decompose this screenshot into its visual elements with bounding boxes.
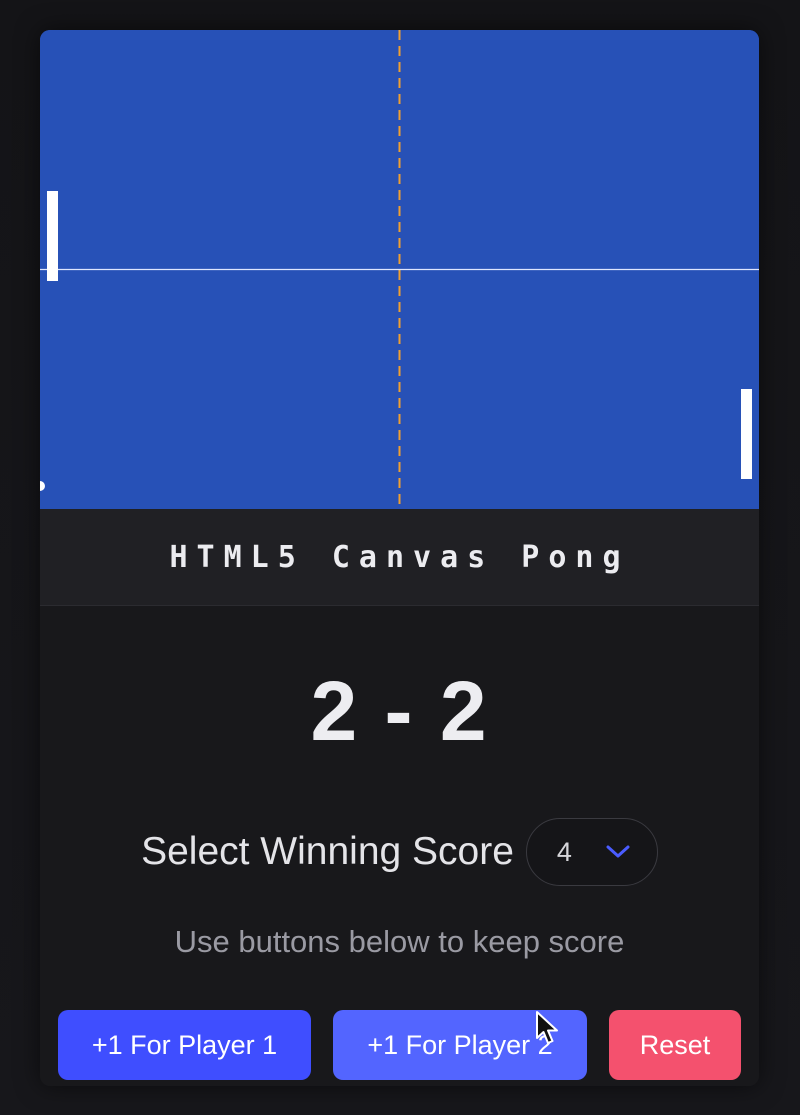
pong-field [40,30,759,509]
add-point-player2-button[interactable]: +1 For Player 2 [333,1010,587,1080]
winning-score-value: 4 [556,836,572,867]
score-panel: 2 - 2 Select Winning Score 4 Use buttons… [40,606,759,1086]
game-title: HTML5 Canvas Pong [169,539,630,575]
title-bar: HTML5 Canvas Pong [40,509,759,606]
left-paddle [47,191,58,281]
add-point-player1-button[interactable]: +1 For Player 1 [58,1010,311,1080]
page: HTML5 Canvas Pong 2 - 2 Select Winning S… [0,0,800,1115]
score-hint: Use buttons below to keep score [174,924,625,959]
chevron-down-icon [606,845,630,858]
winning-score-row: Select Winning Score 4 [40,817,759,887]
winning-score-select[interactable]: 4 [525,818,658,886]
score-display: 2 - 2 [310,664,489,758]
right-paddle [741,389,752,479]
winning-score-label: Select Winning Score [141,830,514,873]
reset-button[interactable]: Reset [609,1010,741,1080]
pong-canvas[interactable] [40,30,759,509]
pong-card: HTML5 Canvas Pong 2 - 2 Select Winning S… [40,30,759,1086]
